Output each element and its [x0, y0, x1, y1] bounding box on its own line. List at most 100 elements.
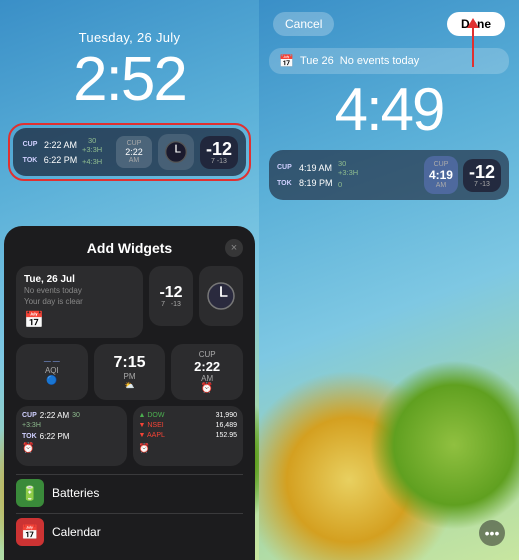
time-display: 7:15: [102, 354, 158, 372]
number-widget: -12 7 -13: [200, 136, 238, 169]
right-cup-box-sub: AM: [429, 182, 453, 189]
widgets-row1: Tue, 26 Jul No events today Your day is …: [16, 266, 243, 338]
right-panel: Cancel Done 📅 Tue 26 No events today 4:4…: [259, 0, 519, 560]
popup-header: Add Widgets ×: [16, 240, 243, 256]
row3-delta2: +3:3H: [22, 422, 121, 429]
nsei-label: ▼ NSEI: [139, 421, 164, 431]
right-content: 📅 Tue 26 No events today 4:49 CUP 4:19 A…: [259, 42, 519, 206]
right-cup-time: 4:19 AM: [299, 162, 334, 176]
small-clock-svg: [205, 280, 237, 312]
number-small-widget[interactable]: -12 7 -13: [149, 266, 193, 326]
right-time: 4:49: [269, 80, 509, 140]
aapl-val: 152.95: [216, 431, 237, 441]
widget-bar: CUP 2:22 AM 30 +3:3H TOK 6:22 PM +4:3H: [13, 128, 246, 176]
widget-table: CUP 2:22 AM 30 +3:3H TOK 6:22 PM +4:3H: [21, 136, 110, 168]
mini-number: -12: [159, 285, 182, 301]
time-pm: PM: [102, 372, 158, 381]
stocks-icon: ⏰: [139, 443, 238, 454]
dots-icon: •••: [485, 525, 500, 541]
stocks-widget[interactable]: ▲ DOW 31,990 ▼ NSEI 16,489 ▼ AAPL 152.95…: [133, 406, 244, 466]
right-number-widget: -12 7 -13: [463, 159, 501, 192]
widget-small-box: CUP 2:22 AM: [116, 136, 152, 168]
right-tok-delta: 0: [338, 180, 342, 189]
row3-tok-time: 6:22 PM: [40, 432, 70, 441]
right-top-bar: Cancel Done: [259, 0, 519, 42]
calendar-emoji-icon: 📅: [24, 310, 44, 330]
right-cup-delta: 30 +3:3H: [338, 159, 358, 177]
stocks-content: ▲ DOW 31,990 ▼ NSEI 16,489 ▼ AAPL 152.95: [139, 411, 238, 440]
cup-time: 2:22 AM: [43, 139, 78, 153]
right-date: Tue 26: [300, 55, 334, 67]
batteries-label: Batteries: [52, 486, 99, 500]
right-widget-row-tok: TOK 8:19 PM 0: [277, 177, 419, 191]
aqi-icon-text: — —: [24, 358, 80, 365]
right-widget-bar: CUP 4:19 AM 30 +3:3H TOK 8:19 PM 0: [269, 150, 509, 200]
batteries-list-item[interactable]: 🔋 Batteries: [16, 474, 243, 511]
batteries-icon: 🔋: [16, 479, 44, 507]
right-tok-label: TOK: [277, 179, 295, 190]
right-cup-highlight: CUP 4:19 AM: [424, 156, 458, 194]
row3-tok: TOK: [22, 433, 37, 440]
clock-face-svg: [164, 140, 188, 164]
left-lock-screen: Tuesday, 26 July 2:52 CUP 2:22 AM 30 +3:…: [0, 0, 259, 181]
calendar-widget-card[interactable]: Tue, 26 Jul No events today Your day is …: [16, 266, 143, 338]
cal-title: Tue, 26 Jul: [24, 274, 135, 286]
right-events: No events today: [340, 55, 420, 67]
left-panel: Tuesday, 26 July 2:52 CUP 2:22 AM 30 +3:…: [0, 0, 259, 560]
popup-title: Add Widgets: [87, 240, 172, 256]
dow-label: ▲ DOW: [139, 411, 165, 421]
right-widget-table: CUP 4:19 AM 30 +3:3H TOK 8:19 PM 0: [277, 159, 419, 191]
cup-tok-widget[interactable]: CUP 2:22 AM 30 +3:3H TOK 6:22 PM ⏰: [16, 406, 127, 466]
time-widget-content: 7:15 PM ⛅: [102, 354, 158, 390]
cup-widget-content: CUP 2:22 AM ⏰: [179, 350, 235, 394]
popup-close-button[interactable]: ×: [225, 239, 243, 257]
aqi-badge-icon: 🔵: [24, 375, 80, 386]
calendar-list-item[interactable]: 📅 Calendar: [16, 513, 243, 550]
time-widget[interactable]: 7:15 PM ⛅: [94, 344, 166, 400]
widgets-row3: CUP 2:22 AM 30 +3:3H TOK 6:22 PM ⏰ ▲ DOW: [16, 406, 243, 466]
row3-cup: CUP: [22, 412, 37, 419]
cup-delta: 30 +3:3H: [82, 136, 102, 154]
aqi-widget[interactable]: — — AQI 🔵: [16, 344, 88, 400]
right-cup-label: CUP: [277, 163, 295, 174]
calendar-small-icon: 📅: [279, 54, 294, 68]
tok-delta: +4:3H: [82, 157, 102, 166]
clock-small-widget[interactable]: [199, 266, 243, 326]
cup-widget-time: 2:22: [179, 359, 235, 374]
row3-delta1: 30: [72, 412, 80, 419]
cup-small-widget[interactable]: CUP 2:22 AM ⏰: [171, 344, 243, 400]
cup-label: CUP: [21, 140, 39, 151]
widgets-row2: — — AQI 🔵 7:15 PM ⛅ CUP 2:22 AM ⏰: [16, 344, 243, 400]
row3-cup-time: 2:22 AM: [40, 411, 69, 420]
clock-icon: ⏰: [22, 443, 121, 454]
widget-list: 🔋 Batteries 📅 Calendar: [16, 474, 243, 550]
time-weather-icon: ⛅: [102, 381, 158, 390]
aqi-label: AQI: [24, 366, 80, 375]
calendar-label: Calendar: [52, 525, 101, 539]
right-tok-time: 8:19 PM: [299, 177, 334, 191]
cup-widget-icon: ⏰: [179, 383, 235, 394]
widget-bar-wrapper: CUP 2:22 AM 30 +3:3H TOK 6:22 PM +4:3H: [8, 123, 251, 181]
right-cup-box-label: CUP: [429, 161, 453, 168]
cup-widget-label: CUP: [179, 350, 235, 359]
widget-row-tok: TOK 6:22 PM +4:3H: [21, 154, 110, 168]
cal-icon-row: 📅: [24, 310, 135, 330]
arrow-shaft: [472, 27, 474, 67]
right-cup-box-time: 4:19: [429, 168, 453, 182]
add-widgets-popup: Add Widgets × Tue, 26 Jul No events toda…: [4, 226, 255, 560]
tok-label: TOK: [21, 156, 39, 167]
aqi-content: — — AQI 🔵: [24, 358, 80, 386]
widget-row-cup: CUP 2:22 AM 30 +3:3H: [21, 136, 110, 154]
cup-widget-am: AM: [179, 374, 235, 383]
cal-events: No events today: [24, 286, 135, 295]
aapl-label: ▼ AAPL: [139, 431, 165, 441]
tok-time: 6:22 PM: [43, 154, 78, 168]
calendar-icon: 📅: [16, 518, 44, 546]
cal-weather: Your day is clear: [24, 297, 135, 306]
more-options-button[interactable]: •••: [479, 520, 505, 546]
nsei-val: 16,489: [216, 421, 237, 431]
cancel-button[interactable]: Cancel: [273, 12, 334, 36]
left-time: 2:52: [0, 49, 259, 111]
clock-widget: [158, 134, 194, 170]
arrow-indicator: [467, 18, 479, 67]
